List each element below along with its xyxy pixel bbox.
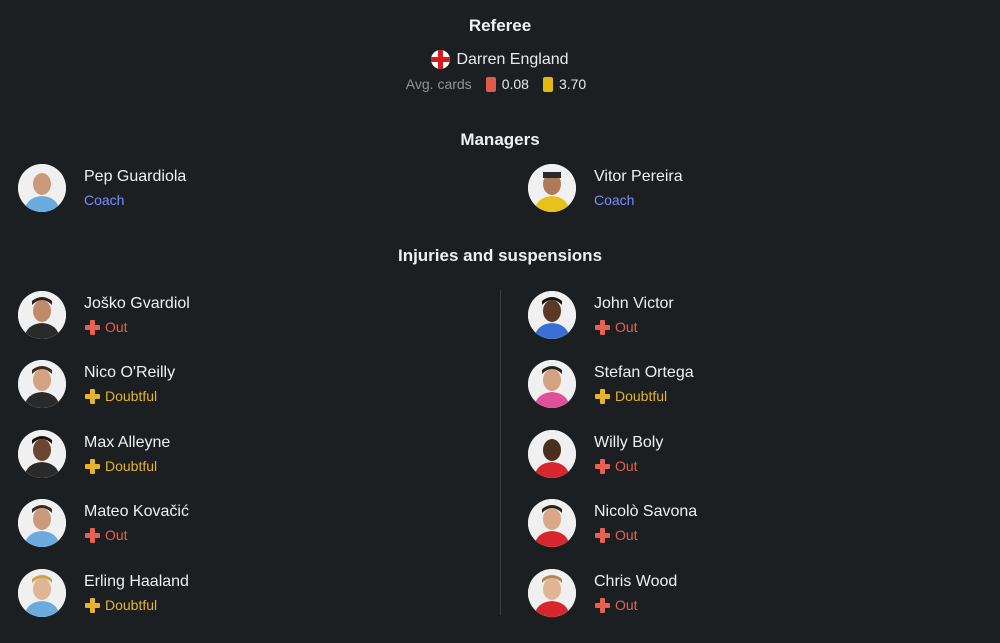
injury-player[interactable]: Nicolò Savona Out [528,499,697,547]
injury-plus-icon [84,527,101,544]
manager-name: Vitor Pereira [594,168,683,185]
injury-player[interactable]: Mateo Kovačić Out [18,499,189,547]
injury-plus-icon [594,527,611,544]
avatar [528,360,576,408]
injury-status: Out [594,596,677,614]
referee-name: Darren England [456,50,569,68]
manager-role: Coach [84,192,125,208]
injuries-heading: Injuries and suspensions [397,246,603,265]
injury-player[interactable]: Stefan Ortega Doubtful [528,360,694,408]
player-name: Nicolò Savona [594,503,698,520]
injury-player[interactable]: Willy Boly Out [528,430,663,478]
injury-status: Out [594,526,697,544]
injury-status: Out [84,318,190,336]
match-info-panel: Referee Darren England Avg. cards 0.08 3… [0,0,1000,643]
player-name: Max Alleyne [84,434,171,451]
player-name: Joško Gvardiol [84,295,190,312]
yellow-card-icon [542,76,553,92]
manager-role: Coach [594,192,635,208]
injury-player[interactable]: Erling Haaland Doubtful [18,569,189,617]
player-name: Mateo Kovačić [84,503,189,520]
injury-plus-icon [594,388,611,405]
injury-status: Out [594,318,674,336]
yellow-card-avg: 3.70 [558,76,587,92]
avatar [18,499,66,547]
avg-cards-label: Avg. cards [405,76,472,92]
avatar [528,569,576,617]
manager-away[interactable]: Vitor Pereira Coach [528,164,683,212]
player-name: Nico O'Reilly [84,364,176,381]
injury-status: Doubtful [594,387,694,405]
injury-status: Doubtful [84,457,170,475]
avatar [528,499,576,547]
injury-status: Out [594,457,663,475]
red-card-avg: 0.08 [501,76,529,92]
avatar [528,430,576,478]
injury-plus-icon [594,319,611,336]
managers-heading: Managers [460,130,540,149]
injury-plus-icon [84,319,101,336]
player-name: Stefan Ortega [594,364,694,381]
injury-plus-icon [84,597,101,614]
referee-heading: Referee [468,16,532,35]
injury-player[interactable]: Nico O'Reilly Doubtful [18,360,175,408]
column-divider [500,290,501,615]
injury-plus-icon [84,458,101,475]
avatar [18,164,66,212]
injury-player[interactable]: Max Alleyne Doubtful [18,430,170,478]
injury-player[interactable]: Chris Wood Out [528,569,677,617]
avatar [18,291,66,339]
referee-cards: Avg. cards 0.08 3.70 [0,76,1000,92]
avatar [18,569,66,617]
avatar [18,360,66,408]
player-name: Erling Haaland [84,573,189,590]
injury-plus-icon [594,458,611,475]
manager-name: Pep Guardiola [84,168,187,185]
injury-status: Doubtful [84,387,175,405]
red-card-icon [485,76,496,92]
avatar [18,430,66,478]
avatar [528,164,576,212]
injury-status: Doubtful [84,596,189,614]
player-name: John Victor [594,295,674,312]
manager-home[interactable]: Pep Guardiola Coach [18,164,186,212]
injury-plus-icon [594,597,611,614]
player-name: Willy Boly [594,434,664,451]
referee-row[interactable]: Darren England [0,50,1000,69]
injury-plus-icon [84,388,101,405]
injury-status: Out [84,526,189,544]
player-name: Chris Wood [594,573,678,590]
england-flag-icon [431,50,451,69]
injury-player[interactable]: John Victor Out [528,291,674,339]
avatar [528,291,576,339]
injury-player[interactable]: Joško Gvardiol Out [18,291,190,339]
